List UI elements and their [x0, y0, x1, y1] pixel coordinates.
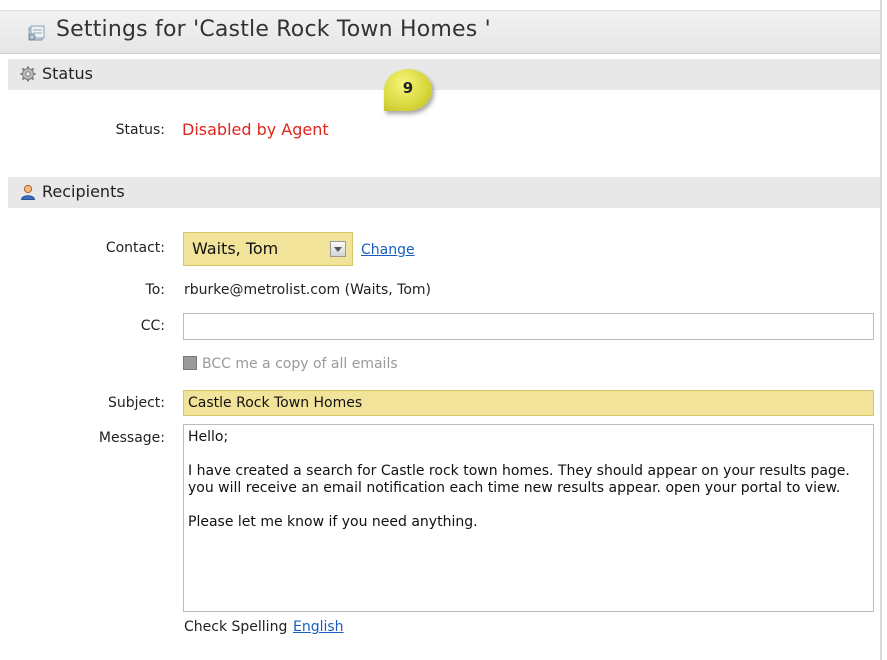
recipients-section-title: Recipients [42, 182, 125, 201]
status-label: Status: [115, 122, 165, 138]
contact-label: Contact: [105, 240, 165, 256]
to-value: rburke@metrolist.com (Waits, Tom) [184, 282, 432, 298]
bcc-checkbox-label: BCC me a copy of all emails [202, 356, 398, 372]
settings-panel: Settings for 'Castle Rock Town Homes ' S… [0, 0, 882, 660]
settings-document-icon [28, 25, 45, 41]
page-title: Settings for 'Castle Rock Town Homes ' [56, 17, 491, 42]
bcc-checkbox[interactable] [183, 356, 197, 370]
cc-label: CC: [140, 318, 165, 334]
message-label: Message: [98, 430, 165, 446]
subject-label: Subject: [107, 395, 165, 411]
user-icon [20, 184, 36, 200]
check-spelling-label: Check Spelling [184, 619, 288, 635]
contact-select-value: Waits, Tom [192, 239, 279, 258]
chevron-down-icon[interactable] [330, 241, 346, 257]
to-label: To: [145, 282, 165, 298]
status-section-header: Status [8, 59, 880, 90]
status-value: Disabled by Agent [182, 120, 329, 139]
spelling-language-link[interactable]: English [293, 619, 344, 635]
change-contact-link[interactable]: Change [361, 242, 415, 258]
subject-input[interactable]: Castle Rock Town Homes [183, 390, 874, 416]
message-textarea[interactable]: Hello; I have created a search for Castl… [183, 424, 874, 612]
status-section-title: Status [42, 64, 93, 83]
gear-icon [20, 66, 36, 82]
recipients-section-header: Recipients [8, 177, 880, 208]
step-badge-number: 9 [402, 79, 414, 97]
cc-input[interactable] [183, 313, 874, 340]
title-bar: Settings for 'Castle Rock Town Homes ' [0, 10, 880, 54]
step-badge: 9 [384, 69, 432, 111]
contact-select[interactable]: Waits, Tom [183, 232, 353, 266]
